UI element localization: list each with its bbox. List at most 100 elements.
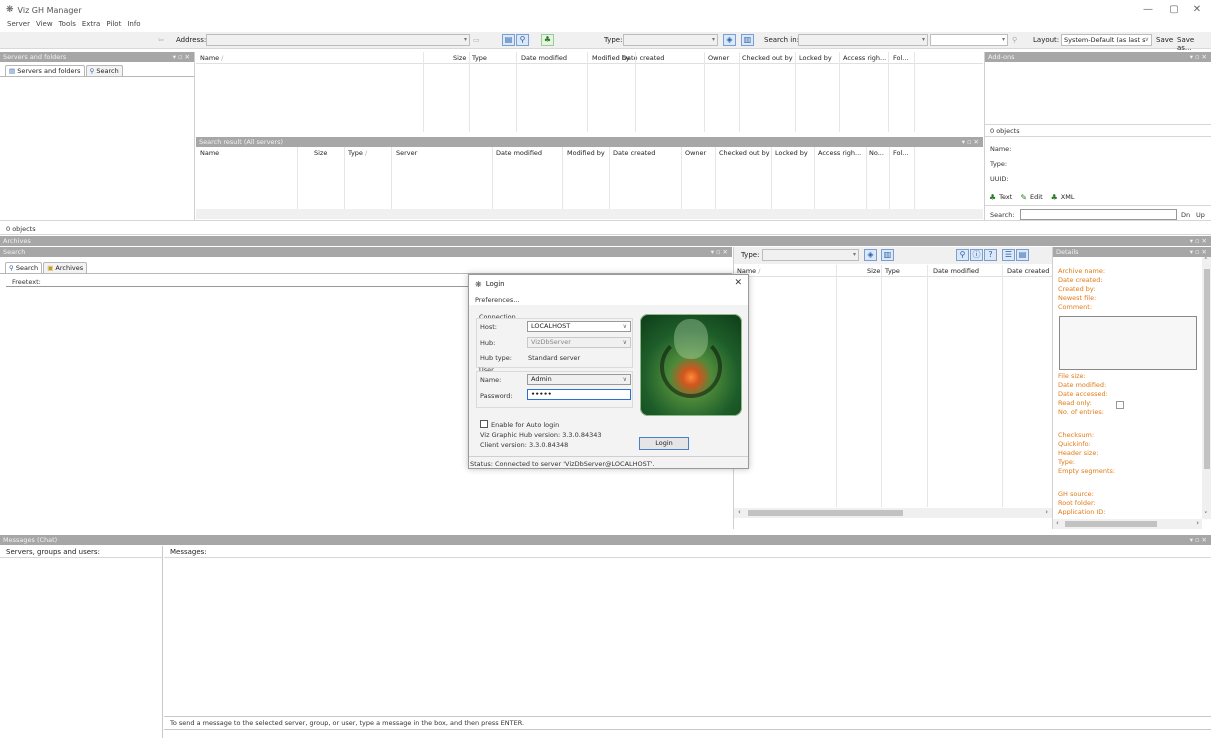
search-archive-icon[interactable]: ⚲ (956, 249, 969, 261)
column-date-created[interactable]: Date created (1007, 265, 1049, 277)
column-type[interactable]: Type (472, 52, 487, 64)
column-owner[interactable]: Owner (708, 52, 729, 64)
column-notes[interactable]: No... (869, 147, 884, 159)
column-size[interactable]: Size (314, 147, 327, 159)
filter-icon[interactable]: ◈ (864, 249, 877, 261)
save-as-button[interactable]: Save as... (1177, 36, 1211, 52)
tab-edit[interactable]: Edit (1030, 193, 1043, 201)
password-input[interactable]: ••••• (527, 389, 631, 400)
archive-help-icon[interactable]: ? (984, 249, 997, 261)
column-access-rights[interactable]: Access righ... (818, 147, 861, 159)
column-locked-by[interactable]: Locked by (775, 147, 808, 159)
column-locked-by[interactable]: Locked by (799, 52, 832, 64)
column-date-modified[interactable]: Date modified (496, 147, 542, 159)
folder-view-icon[interactable]: ▤ (502, 34, 515, 46)
maximize-button[interactable]: ▢ (1163, 2, 1185, 18)
column-name[interactable]: Name / (200, 52, 223, 64)
horizontal-scrollbar[interactable]: ‹ › (734, 508, 1052, 518)
tab-archives[interactable]: ▣ Archives (43, 262, 88, 273)
column-type[interactable]: Type (885, 265, 900, 277)
layout-combo[interactable]: System-Default (as last s ∨ (1061, 34, 1152, 46)
column-folder[interactable]: Fol... (893, 52, 909, 64)
menu-extra[interactable]: Extra (82, 20, 100, 32)
tab-search[interactable]: ⚲ Search (85, 65, 123, 76)
panel-controls-icon[interactable]: ▾ ▫ ✕ (962, 137, 979, 147)
archives-type-combo[interactable]: ▾ (762, 249, 859, 261)
type-combo[interactable]: ▾ (623, 34, 718, 46)
scroll-down-icon[interactable]: ˅ (1204, 511, 1208, 519)
column-owner[interactable]: Owner (685, 147, 706, 159)
close-icon[interactable]: ✕ (734, 278, 742, 288)
column-modified-by[interactable]: Modified by (567, 147, 605, 159)
message-input[interactable] (164, 729, 1211, 738)
tab-servers-and-folders[interactable]: ▤ Servers and folders (5, 65, 85, 76)
column-date-modified[interactable]: Date modified (933, 265, 979, 277)
horizontal-scrollbar[interactable] (196, 209, 983, 219)
column-size[interactable]: Size (453, 52, 466, 64)
column-checked-out-by[interactable]: Checked out by (742, 52, 793, 64)
view-details-icon[interactable]: ▤ (1016, 249, 1029, 261)
login-button[interactable]: Login (639, 437, 689, 450)
save-button[interactable]: Save (1156, 36, 1173, 44)
column-size[interactable]: Size (867, 265, 880, 277)
scroll-left-icon[interactable]: ‹ (738, 508, 741, 516)
comment-box[interactable] (1059, 316, 1197, 370)
column-access-rights[interactable]: Access righ... (843, 52, 886, 64)
menu-info[interactable]: Info (127, 20, 140, 32)
scroll-right-icon[interactable]: › (1196, 519, 1199, 527)
tab-xml[interactable]: XML (1061, 193, 1075, 201)
tab-text[interactable]: Text (999, 193, 1012, 201)
menu-pilot[interactable]: Pilot (106, 20, 121, 32)
panel-controls-icon[interactable]: ▾ ▫ ✕ (711, 247, 728, 257)
scroll-left-icon[interactable]: ‹ (1056, 519, 1059, 527)
host-combo[interactable]: LOCALHOST ∨ (527, 321, 631, 332)
scrollbar-thumb[interactable] (1204, 269, 1210, 469)
archive-info-icon[interactable]: ⓘ (970, 249, 983, 261)
search-text-input[interactable]: ▾ (930, 34, 1008, 46)
close-button[interactable]: ✕ (1186, 2, 1208, 18)
addons-search-input[interactable] (1020, 209, 1177, 220)
search-icon[interactable]: ⚲ (1012, 36, 1017, 44)
search-view-icon[interactable]: ⚲ (516, 34, 529, 46)
menu-server[interactable]: Server (7, 20, 30, 32)
auto-login-checkbox[interactable] (480, 420, 488, 428)
preferences-menu[interactable]: Preferences... (475, 296, 519, 304)
address-combo[interactable]: ▾ (206, 34, 470, 46)
tab-search[interactable]: ⚲ Search (5, 262, 43, 273)
menu-tools[interactable]: Tools (59, 20, 76, 32)
column-date-modified[interactable]: Date modified (521, 52, 567, 64)
column-date-created[interactable]: Date created (622, 52, 664, 64)
minimize-button[interactable]: — (1137, 2, 1159, 18)
search-up-button[interactable]: Up (1196, 211, 1205, 219)
column-checked-out-by[interactable]: Checked out by (719, 147, 770, 159)
panel-controls-icon[interactable]: ▾ ▫ ✕ (1190, 236, 1207, 246)
column-type[interactable]: Type / (348, 147, 367, 159)
read-only-checkbox[interactable] (1116, 401, 1124, 409)
menu-view[interactable]: View (36, 20, 53, 32)
filter-icon[interactable]: ◈ (723, 34, 736, 46)
column-folder[interactable]: Fol... (893, 147, 909, 159)
column-name[interactable]: Name (200, 147, 219, 159)
scroll-right-icon[interactable]: › (1045, 508, 1048, 516)
panel-controls-icon[interactable]: ▾ ▫ ✕ (1190, 535, 1207, 545)
list-type-icon[interactable]: ▥ (741, 34, 754, 46)
search-down-button[interactable]: Dn (1181, 211, 1190, 219)
back-icon[interactable]: ⇦ (158, 36, 164, 44)
panel-controls-icon[interactable]: ▾ ▫ ✕ (173, 52, 190, 62)
column-date-created[interactable]: Date created (613, 147, 655, 159)
hub-combo[interactable]: VizDbServer ∨ (527, 337, 631, 348)
view-list-icon[interactable]: ☰ (1002, 249, 1015, 261)
list-type-icon[interactable]: ▥ (881, 249, 894, 261)
column-server[interactable]: Server (396, 147, 417, 159)
search-in-combo[interactable]: ▾ (798, 34, 928, 46)
scroll-up-icon[interactable]: ˄ (1204, 257, 1208, 265)
tree-icon[interactable]: ♣ (541, 34, 554, 46)
folder-icon[interactable]: ▭ (473, 36, 480, 44)
scrollbar-thumb[interactable] (748, 510, 903, 516)
name-combo[interactable]: Admin ∨ (527, 374, 631, 385)
horizontal-scrollbar[interactable]: ‹ › (1053, 519, 1202, 529)
scrollbar-thumb[interactable] (1065, 521, 1157, 527)
panel-controls-icon[interactable]: ▾ ▫ ✕ (1190, 247, 1207, 257)
panel-controls-icon[interactable]: ▾ ▫ ✕ (1190, 52, 1207, 62)
vertical-scrollbar[interactable]: ˄ ˅ (1202, 257, 1211, 519)
